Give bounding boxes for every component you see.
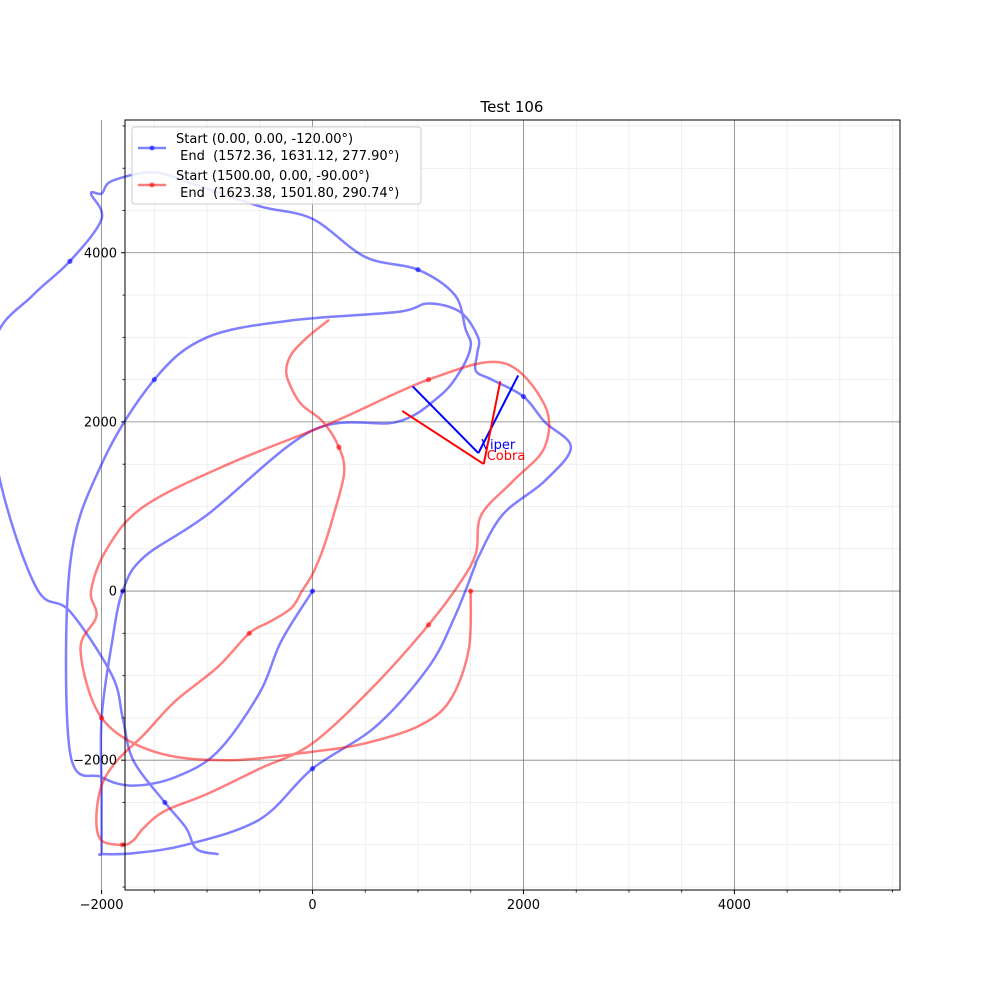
- legend-label-viper-end: End (1572.36, 1631.12, 277.90°): [176, 149, 399, 164]
- y-tick-label: 2000: [84, 415, 117, 430]
- x-tick-label: 4000: [718, 898, 751, 913]
- waypoint-marker-cobra: [98, 715, 105, 721]
- waypoint-marker-viper: [309, 588, 316, 594]
- legend-label-viper-start: Start (0.00, 0.00, -120.00°): [176, 132, 353, 147]
- waypoint-marker-viper: [415, 267, 421, 273]
- x-tick-label: 0: [308, 898, 316, 913]
- waypoint-marker-viper: [151, 377, 157, 383]
- y-tick-label: 0: [109, 585, 117, 600]
- waypoint-marker-cobra: [425, 622, 432, 628]
- waypoint-marker-cobra: [425, 377, 432, 383]
- legend-marker-cobra: [149, 182, 155, 188]
- x-tick-label: −2000: [80, 898, 124, 913]
- chart-title: Test 106: [480, 98, 544, 116]
- waypoint-marker-viper: [520, 393, 527, 400]
- end-label-cobra: Cobra: [487, 449, 526, 464]
- waypoint-marker-cobra: [336, 444, 342, 450]
- x-tick-label: 2000: [507, 898, 540, 913]
- waypoint-marker-cobra: [246, 630, 252, 636]
- y-tick-label: 4000: [84, 246, 117, 261]
- waypoint-marker-viper: [309, 766, 316, 772]
- waypoint-marker-viper: [67, 258, 73, 264]
- waypoint-marker-cobra: [468, 588, 474, 594]
- waypoint-marker-viper: [162, 799, 168, 806]
- legend: Start (0.00, 0.00, -120.00°) End (1572.3…: [131, 126, 422, 205]
- legend-label-cobra-start: Start (1500.00, 0.00, -90.00°): [176, 169, 370, 184]
- legend-label-cobra-end: End (1623.38, 1501.80, 290.74°): [176, 186, 399, 201]
- y-tick-label: −2000: [73, 754, 117, 769]
- legend-marker-viper: [149, 145, 155, 151]
- chart-canvas: Test 106 ViperCobra −2000 0 2000 4000−20000…: [0, 0, 1000, 1000]
